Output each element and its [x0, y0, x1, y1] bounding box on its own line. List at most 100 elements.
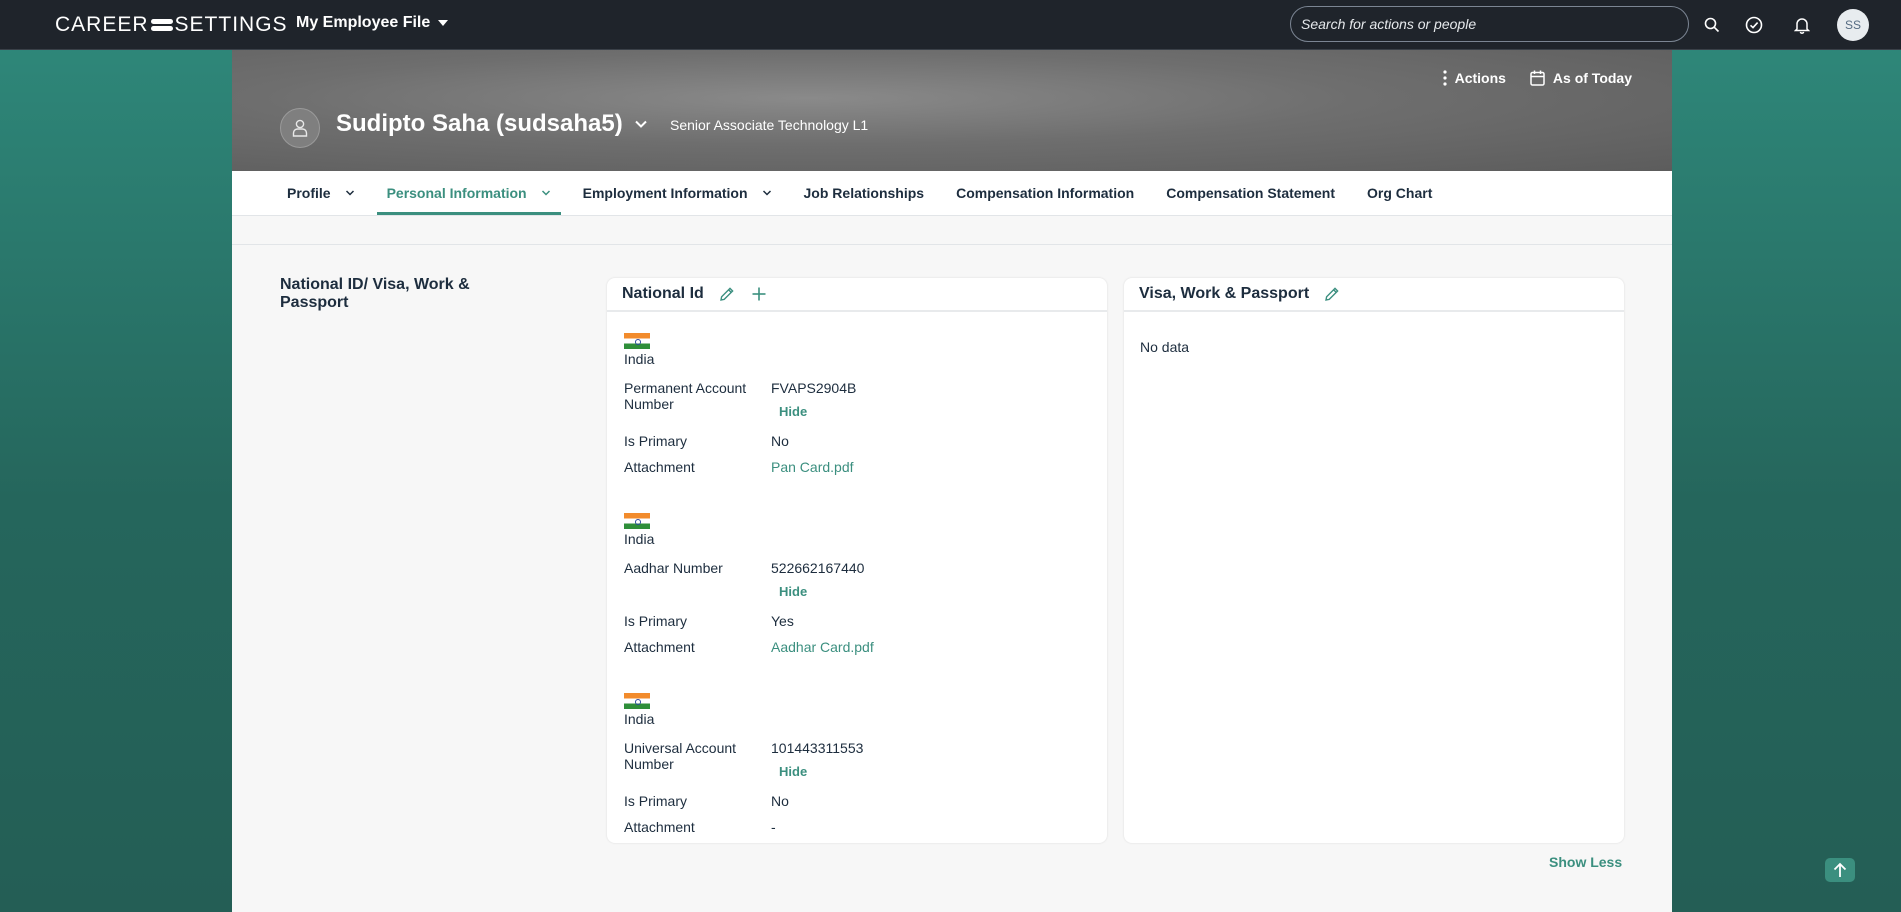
user-avatar[interactable]: SS: [1837, 9, 1869, 41]
notification-bell-icon[interactable]: [1790, 13, 1814, 37]
id-number-value: 101443311553: [771, 740, 864, 756]
national-id-entry: India Universal Account Number 101443311…: [624, 693, 863, 835]
hide-link[interactable]: Hide: [779, 404, 856, 420]
id-number-value: 522662167440: [771, 560, 865, 576]
tab-label: Profile: [287, 185, 331, 201]
visa-work-passport-card: Visa, Work & Passport No data: [1124, 278, 1624, 843]
employee-file-page: Actions As of Today Sudipto Saha (sudsah…: [232, 50, 1672, 912]
tab-label: Job Relationships: [803, 185, 925, 201]
is-primary-row: Is Primary Yes: [624, 613, 874, 629]
todo-check-icon[interactable]: [1742, 13, 1766, 37]
actions-label: Actions: [1454, 70, 1506, 86]
visa-title: Visa, Work & Passport: [1139, 285, 1310, 302]
arrow-up-icon: [1833, 862, 1847, 877]
tab-label: Compensation Information: [956, 185, 1135, 201]
section-divider: [232, 244, 1672, 245]
edit-pencil-icon[interactable]: [718, 285, 736, 303]
tab-profile[interactable]: Profile: [277, 171, 365, 215]
tab-compensation-information[interactable]: Compensation Information: [946, 171, 1144, 215]
national-id-card-header: National Id: [607, 278, 1107, 312]
tab-personal-information[interactable]: Personal Information: [376, 171, 561, 215]
id-number-row: Aadhar Number 522662167440 Hide: [624, 560, 874, 600]
attachment-row: Attachment Pan Card.pdf: [624, 459, 856, 475]
person-name: Sudipto Saha (sudsaha5): [336, 110, 623, 137]
is-primary-label: Is Primary: [624, 793, 687, 809]
attachment-row: Attachment -: [624, 819, 863, 835]
is-primary-row: Is Primary No: [624, 793, 863, 809]
tab-label: Personal Information: [386, 185, 527, 201]
id-type-label: Universal Account Number: [624, 740, 737, 772]
india-flag-icon: [624, 513, 650, 529]
add-plus-icon[interactable]: [750, 285, 768, 303]
india-flag-icon: [624, 693, 650, 709]
calendar-icon: [1530, 70, 1545, 86]
chevron-down-icon: [635, 120, 647, 128]
shell-bar: CAREER SETTINGS My Employee File SS: [0, 0, 1901, 50]
attachment-link[interactable]: Pan Card.pdf: [771, 459, 854, 475]
actions-button[interactable]: Actions: [1442, 70, 1506, 86]
is-primary-value: No: [771, 433, 789, 449]
search-input[interactable]: [1301, 16, 1678, 32]
visa-card-header: Visa, Work & Passport: [1124, 278, 1624, 312]
tab-bar: Profile Personal Information Employment …: [232, 171, 1672, 216]
id-number-value: FVAPS2904B: [771, 380, 857, 396]
section-title: National ID/ Visa, Work & Passport: [280, 276, 470, 311]
person-icon: [292, 119, 308, 137]
national-id-entry: India Permanent Account Number FVAPS2904…: [624, 333, 856, 475]
more-vertical-icon: [1442, 70, 1447, 86]
tab-label: Employment Information: [582, 185, 748, 201]
id-type-label: Permanent Account Number: [624, 380, 747, 412]
app-menu-button[interactable]: My Employee File: [296, 14, 449, 32]
tab-job-relationships[interactable]: Job Relationships: [794, 171, 935, 215]
tab-org-chart[interactable]: Org Chart: [1357, 171, 1442, 215]
country-name: India: [624, 711, 655, 727]
attachment-label: Attachment: [624, 639, 695, 655]
person-avatar[interactable]: [280, 108, 320, 148]
is-primary-row: Is Primary No: [624, 433, 856, 449]
as-of-date-button[interactable]: As of Today: [1530, 70, 1632, 86]
person-job-title: Senior Associate Technology L1: [670, 117, 869, 133]
search-field[interactable]: [1290, 6, 1689, 42]
national-id-entry: India Aadhar Number 522662167440 Hide Is…: [624, 513, 874, 655]
hide-link[interactable]: Hide: [779, 584, 864, 600]
tab-employment-information[interactable]: Employment Information: [573, 171, 782, 215]
tab-label: Compensation Statement: [1166, 185, 1336, 201]
profile-header: Actions As of Today Sudipto Saha (sudsah…: [232, 50, 1672, 171]
tab-compensation-statement[interactable]: Compensation Statement: [1156, 171, 1345, 215]
person-name-selector[interactable]: Sudipto Saha (sudsaha5): [336, 110, 647, 138]
attachment-value: -: [771, 819, 776, 835]
is-primary-label: Is Primary: [624, 613, 687, 629]
tab-label: Org Chart: [1367, 185, 1433, 201]
chevron-down-icon: [345, 190, 354, 196]
logo-mark-icon: [150, 19, 173, 31]
india-flag-icon: [624, 333, 650, 349]
logo-text-right: SETTINGS: [174, 13, 288, 36]
is-primary-value: No: [771, 793, 789, 809]
search-icon[interactable]: [1700, 13, 1724, 37]
national-id-title: National Id: [622, 285, 704, 302]
id-type-label: Aadhar Number: [624, 560, 723, 576]
id-number-row: Permanent Account Number FVAPS2904B Hide: [624, 380, 856, 420]
edit-pencil-icon[interactable]: [1323, 285, 1341, 303]
attachment-link[interactable]: Aadhar Card.pdf: [771, 639, 874, 655]
chevron-down-icon: [541, 190, 550, 196]
logo-text-left: CAREER: [55, 13, 149, 36]
company-logo[interactable]: CAREER SETTINGS: [55, 13, 288, 37]
national-id-card: National Id India Permanent Account Numb…: [607, 278, 1107, 843]
country-name: India: [624, 531, 655, 547]
id-number-row: Universal Account Number 101443311553 Hi…: [624, 740, 863, 780]
attachment-row: Attachment Aadhar Card.pdf: [624, 639, 874, 655]
attachment-label: Attachment: [624, 459, 695, 475]
no-data-text: No data: [1140, 339, 1190, 355]
header-actions: Actions As of Today: [1442, 70, 1632, 86]
is-primary-label: Is Primary: [624, 433, 687, 449]
scroll-to-top-button[interactable]: [1825, 858, 1855, 882]
is-primary-value: Yes: [771, 613, 794, 629]
attachment-label: Attachment: [624, 819, 695, 835]
chevron-down-icon: [762, 190, 771, 196]
hide-link[interactable]: Hide: [779, 764, 863, 780]
as-of-label: As of Today: [1552, 70, 1632, 86]
caret-down-icon: [438, 20, 449, 26]
app-menu-label: My Employee File: [296, 14, 431, 31]
show-less-link[interactable]: Show Less: [1549, 854, 1622, 870]
